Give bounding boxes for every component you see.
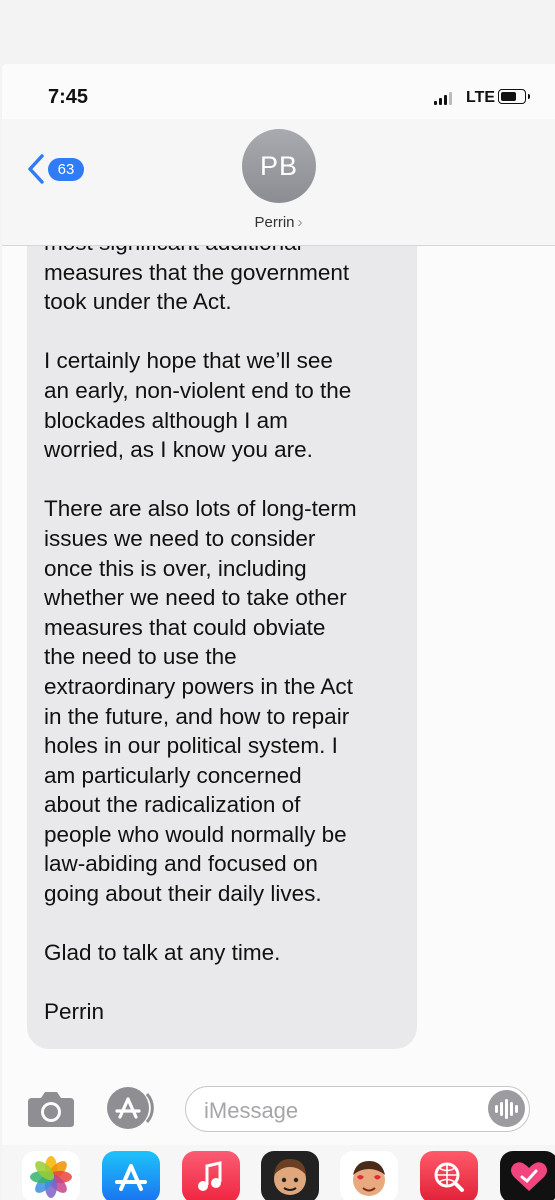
contact-name-button[interactable]: Perrin ›	[2, 214, 555, 231]
chevron-right-icon: ›	[297, 214, 303, 231]
music-app-icon[interactable]	[182, 1151, 240, 1200]
app-drawer	[2, 1145, 555, 1200]
message-line: about the radicalization of	[44, 792, 301, 818]
status-time: 7:45	[48, 86, 89, 108]
camera-icon[interactable]	[26, 1089, 76, 1129]
app-store-icon[interactable]	[106, 1086, 158, 1130]
message-line: There are also lots of long-term	[44, 496, 357, 522]
unread-count-badge: 63	[48, 157, 84, 181]
back-button[interactable]: 63	[26, 153, 84, 185]
message-line: law-abiding and focused on	[44, 851, 318, 877]
conversation-scroll[interactable]: most significant additionalmeasures that…	[2, 246, 555, 1056]
message-input[interactable]: iMessage	[185, 1086, 530, 1132]
message-line: Perrin	[44, 999, 105, 1025]
message-line: extraordinary powers in the Act	[44, 673, 353, 699]
message-line: most significant additional	[44, 246, 404, 258]
message-line: measures that could obviate	[44, 614, 326, 640]
messages-screen: 7:45 LTE 63 PB Perrin› most significant …	[2, 64, 555, 1200]
chevron-left-icon	[28, 154, 44, 184]
message-line: am particularly concerned	[44, 762, 302, 788]
audio-waveform-icon[interactable]	[488, 1090, 525, 1127]
message-line: an early, non-violent end to the	[44, 377, 352, 403]
animoji-app-icon[interactable]	[340, 1151, 398, 1200]
message-line: going about their daily lives.	[44, 881, 322, 907]
network-label: LTE	[466, 89, 496, 106]
message-line: blockades although I am	[44, 407, 288, 433]
signal-strength-icon	[434, 92, 452, 105]
conversation-header: 63 PB Perrin ›	[2, 119, 555, 246]
message-line: once this is over, including	[44, 555, 307, 581]
battery-icon	[498, 89, 530, 104]
message-line: worried, as I know you are.	[44, 437, 313, 463]
digital-touch-app-icon[interactable]	[500, 1151, 555, 1200]
message-line: took under the Act.	[44, 289, 232, 315]
message-line: issues we need to consider	[44, 525, 316, 551]
message-line: holes in our political system. I	[44, 733, 338, 759]
memoji-app-icon[interactable]	[261, 1151, 319, 1200]
message-line: people who would normally be	[44, 821, 347, 847]
app-store-app-icon[interactable]	[102, 1151, 160, 1200]
contact-avatar[interactable]: PB	[242, 129, 316, 203]
photos-app-icon[interactable]	[22, 1151, 80, 1200]
message-line: Glad to talk at any time.	[44, 940, 281, 966]
message-line: I certainly hope that we’ll see	[44, 348, 333, 374]
message-line: in the future, and how to repair	[44, 703, 350, 729]
contact-name: Perrin	[254, 214, 295, 231]
message-line: whether we need to take other	[44, 585, 347, 611]
web-search-app-icon[interactable]	[420, 1151, 478, 1200]
message-line: measures that the government	[44, 259, 350, 285]
message-text: most significant additionalmeasures that…	[44, 246, 404, 1027]
message-input-placeholder: iMessage	[204, 1098, 299, 1123]
message-line: the need to use the	[44, 644, 237, 670]
